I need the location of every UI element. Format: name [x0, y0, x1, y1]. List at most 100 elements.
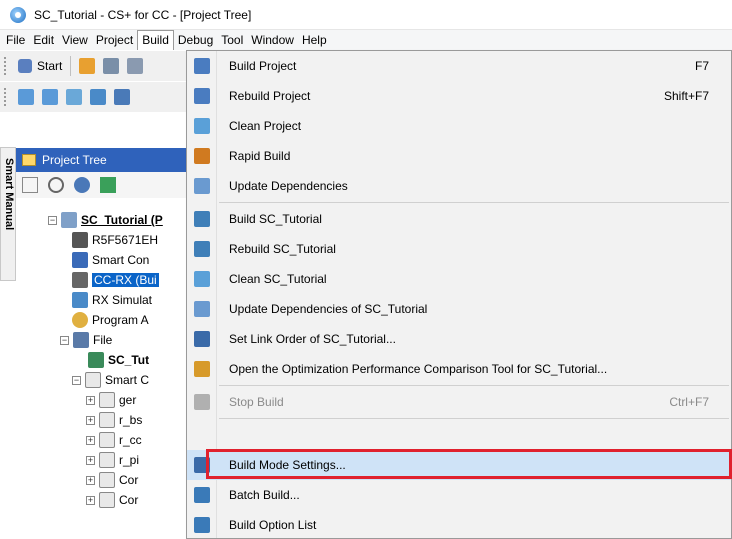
user-icon[interactable]: [74, 177, 90, 193]
toolbar-grip[interactable]: [4, 88, 8, 106]
tree-node-label: Cor: [119, 473, 139, 487]
menu-debug[interactable]: Debug: [174, 30, 217, 50]
rebuild-download-icon[interactable]: [114, 89, 130, 105]
tree-node-scfg[interactable]: SC_Tut: [88, 350, 149, 370]
tree-node-debug-tool[interactable]: RX Simulat: [72, 290, 152, 310]
menu-item-rebuild-project[interactable]: Rebuild Project Shift+F7: [187, 81, 731, 111]
tree-node-device[interactable]: R5F5671EH: [72, 230, 158, 250]
menu-item-label: Update Dependencies: [229, 179, 348, 193]
expand-icon[interactable]: +: [86, 415, 95, 425]
menu-item-label: Build Mode Settings...: [229, 458, 346, 472]
menu-item-label: Rebuild Project: [229, 89, 311, 103]
menu-item-shortcut: F7: [694, 59, 709, 73]
collapse-icon[interactable]: −: [48, 215, 57, 225]
tree-node-label: ger: [119, 393, 137, 407]
menu-file[interactable]: File: [2, 30, 29, 50]
tree-node-r-cg[interactable]: + r_cc: [86, 430, 142, 450]
tree-node-label: R5F5671EH: [92, 233, 159, 247]
build-download-icon[interactable]: [90, 89, 106, 105]
menu-item-label: Clean Project: [229, 119, 302, 133]
toolbar-grip[interactable]: [4, 57, 8, 75]
menu-item-build-mode-settings[interactable]: Build Mode Settings...: [187, 450, 731, 480]
rebuild-icon: [194, 88, 210, 104]
collapse-icon[interactable]: −: [72, 375, 81, 385]
tree-node-program-analyzer[interactable]: Program A: [72, 310, 149, 330]
rapid-build-icon: [194, 148, 210, 164]
menu-item-stop-build: Stop Build Ctrl+F7: [187, 387, 731, 417]
tree-node-label: RX Simulat: [92, 293, 153, 307]
menu-item-rebuild-sc-tutorial[interactable]: Rebuild SC_Tutorial: [187, 234, 731, 264]
tree-node-config-2[interactable]: + Cor: [86, 490, 138, 510]
expand-icon[interactable]: +: [86, 395, 95, 405]
chart-icon: [194, 361, 210, 377]
tree-node-file[interactable]: − File: [60, 330, 112, 350]
smart-manual-tab[interactable]: Smart Manual: [0, 147, 16, 281]
sort-icon[interactable]: [22, 177, 38, 193]
build-menu: Build Project F7 Rebuild Project Shift+F…: [186, 50, 732, 539]
menu-item-clean-project[interactable]: Clean Project: [187, 111, 731, 141]
tree-node-config-1[interactable]: + Cor: [86, 470, 138, 490]
menu-item-build-sc-tutorial[interactable]: Build SC_Tutorial: [187, 204, 731, 234]
project-icon: [61, 212, 77, 228]
menu-help[interactable]: Help: [298, 30, 331, 50]
menu-separator: [219, 202, 729, 203]
menu-tool[interactable]: Tool: [217, 30, 247, 50]
tree-node-label: Smart C: [105, 373, 150, 387]
property-icon[interactable]: [48, 177, 64, 193]
tree-node-r-bsp[interactable]: + r_bs: [86, 410, 142, 430]
menu-view[interactable]: View: [58, 30, 92, 50]
menu-window[interactable]: Window: [247, 30, 298, 50]
menu-edit[interactable]: Edit: [29, 30, 58, 50]
save-icon[interactable]: [103, 58, 120, 74]
debug-toolbar: [0, 82, 210, 112]
menu-item-optimization-comparison[interactable]: Open the Optimization Performance Compar…: [187, 354, 731, 384]
menu-item-label: Batch Build...: [229, 488, 300, 502]
menu-item-label: Open the Optimization Performance Compar…: [229, 362, 608, 376]
menu-item-build-project[interactable]: Build Project F7: [187, 51, 731, 81]
project-tree-toolbar: [16, 172, 210, 198]
tree-node-smart-configurator-folder[interactable]: − Smart C: [72, 370, 149, 390]
tree-node-build-tool[interactable]: CC-RX (Bui: [72, 270, 159, 290]
tree-node-label: Smart Con: [92, 253, 150, 267]
tree-node-label: SC_Tutorial (P: [81, 213, 163, 227]
menu-separator: [219, 385, 729, 386]
scfg-file-icon: [88, 352, 104, 368]
refresh-icon[interactable]: [100, 177, 116, 193]
rebuild-file-icon: [194, 241, 210, 257]
menu-item-rapid-build[interactable]: Rapid Build: [187, 141, 731, 171]
tree-node-project[interactable]: − SC_Tutorial (P: [48, 210, 163, 230]
tree-node-smart-configurator[interactable]: Smart Con: [72, 250, 149, 270]
update-dependencies-icon: [194, 178, 210, 194]
menu-item-set-link-order[interactable]: Set Link Order of SC_Tutorial...: [187, 324, 731, 354]
menu-item-build-option-list[interactable]: Build Option List: [187, 510, 731, 539]
tree-node-r-pincfg[interactable]: + r_pi: [86, 450, 139, 470]
save-all-icon[interactable]: [127, 58, 144, 74]
menu-item-label: Build Option List: [229, 518, 317, 532]
start-button[interactable]: Start: [14, 55, 66, 77]
menu-item-update-dependencies[interactable]: Update Dependencies: [187, 171, 731, 201]
expand-icon[interactable]: +: [86, 435, 95, 445]
microcontroller-icon: [72, 232, 88, 248]
expand-icon[interactable]: +: [86, 495, 95, 505]
menu-item-batch-build[interactable]: Batch Build...: [187, 480, 731, 510]
collapse-icon[interactable]: −: [60, 335, 69, 345]
window-title: SC_Tutorial - CS+ for CC - [Project Tree…: [34, 7, 252, 22]
folder-icon: [73, 332, 89, 348]
download-icon[interactable]: [66, 89, 82, 105]
connect-icon[interactable]: [18, 89, 34, 105]
disconnect-icon[interactable]: [42, 89, 58, 105]
project-tree-icon: [22, 154, 36, 166]
menu-build[interactable]: Build: [137, 30, 174, 50]
tree-node-label: Program A: [92, 313, 149, 327]
menu-project[interactable]: Project: [92, 30, 137, 50]
menu-item-clean-sc-tutorial[interactable]: Clean SC_Tutorial: [187, 264, 731, 294]
update-dependencies-file-icon: [194, 301, 210, 317]
tree-node-general[interactable]: + ger: [86, 390, 136, 410]
menu-item-label: Stop Build: [229, 395, 284, 409]
expand-icon[interactable]: +: [86, 475, 95, 485]
menu-item-update-dependencies-sc-tutorial[interactable]: Update Dependencies of SC_Tutorial: [187, 294, 731, 324]
expand-icon[interactable]: +: [86, 455, 95, 465]
folder-icon: [85, 372, 101, 388]
tree-node-label: File: [93, 333, 113, 347]
open-project-icon[interactable]: [79, 58, 96, 74]
